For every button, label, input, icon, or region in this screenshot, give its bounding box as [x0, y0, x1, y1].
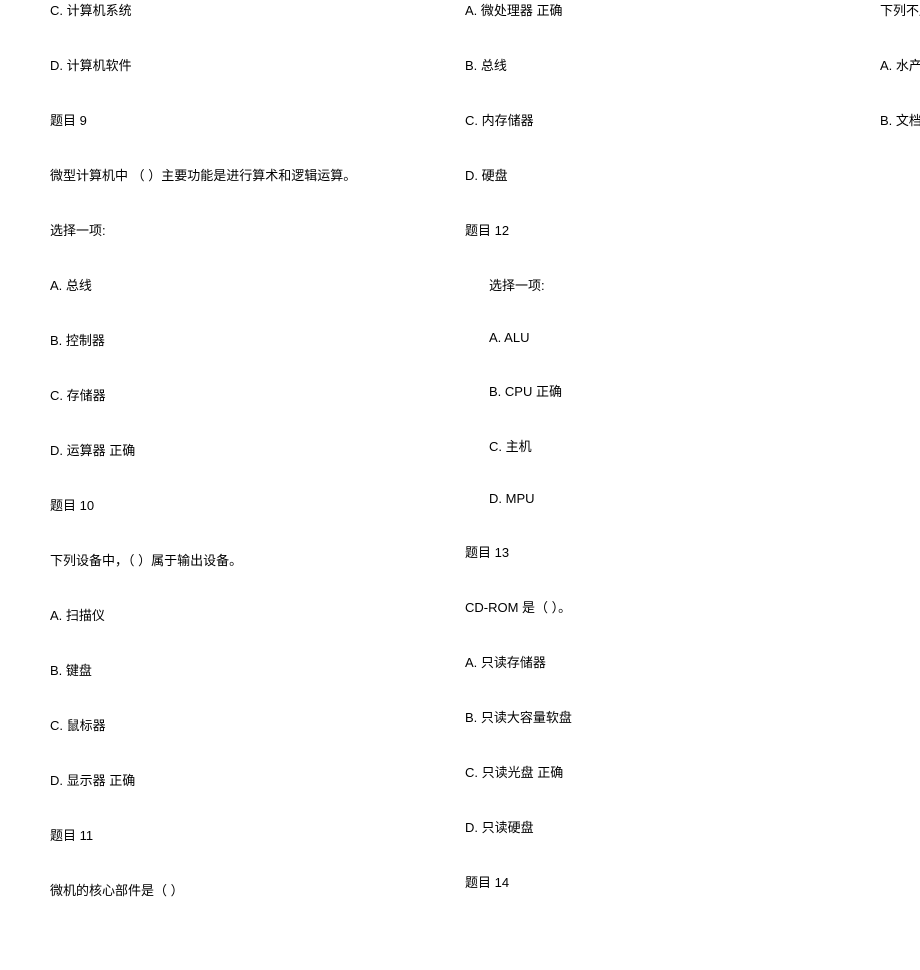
text-line: A. 微处理器 正确	[465, 0, 870, 19]
text-line: C. 内存储器	[465, 110, 870, 129]
text-line: 下列设备中，（ ）属于输出设备。	[50, 550, 455, 569]
text-line: 题目 11	[50, 825, 455, 844]
text-line: B. 总线	[465, 55, 870, 74]
text-line: 题目 9	[50, 110, 455, 129]
text-line: B. 只读大容量软盘	[465, 707, 870, 726]
text-line: B. 键盘	[50, 660, 455, 679]
text-line: D. 运算器 正确	[50, 440, 455, 459]
text-line: 题目 12	[465, 220, 870, 239]
text-line: 选择一项:	[465, 275, 870, 294]
text-line: B. CPU 正确	[465, 381, 870, 400]
text-line: 微型计算机中 （ ）主要功能是进行算术和逻辑运算。	[50, 165, 455, 184]
text-line: B. 文档和网页制作	[880, 110, 920, 129]
text-line: 题目 10	[50, 495, 455, 514]
text-line: C. 只读光盘 正确	[465, 762, 870, 781]
text-line: A. 扫描仪	[50, 605, 455, 624]
text-line: C. 鼠标器	[50, 715, 455, 734]
text-line: 选择一项:	[50, 220, 455, 239]
text-line: A. ALU	[465, 330, 870, 345]
text-line: D. 只读硬盘	[465, 817, 870, 836]
text-line: D. MPU	[465, 491, 870, 506]
text-line: C. 主机	[465, 436, 870, 455]
text-line: 题目 14	[465, 872, 870, 891]
text-line: D. 硬盘	[465, 165, 870, 184]
page-body: C. 计算机系统 D. 计算机软件题目 9 微型计算机中 （ ）主要功能是进行算术和…	[0, 0, 920, 970]
text-line: C. 存储器	[50, 385, 455, 404]
text-line: 微机的核心部件是（ ）	[50, 880, 455, 899]
text-line: B. 控制器	[50, 330, 455, 349]
text-line: D. 计算机软件	[50, 55, 455, 74]
text-line: C. 计算机系统	[50, 0, 455, 19]
text-line: A. 只读存储器	[465, 652, 870, 671]
text-line: A. 总线	[50, 275, 455, 294]
text-line: CD-ROM 是（ ）。	[465, 597, 870, 616]
text-line: 题目 13	[465, 542, 870, 561]
text-line: A. 水产捕捞 正确	[880, 55, 920, 74]
text-line: D. 显示器 正确	[50, 770, 455, 789]
text-line: 下列不属于计算机应用范畴的是（ ）	[880, 0, 920, 19]
